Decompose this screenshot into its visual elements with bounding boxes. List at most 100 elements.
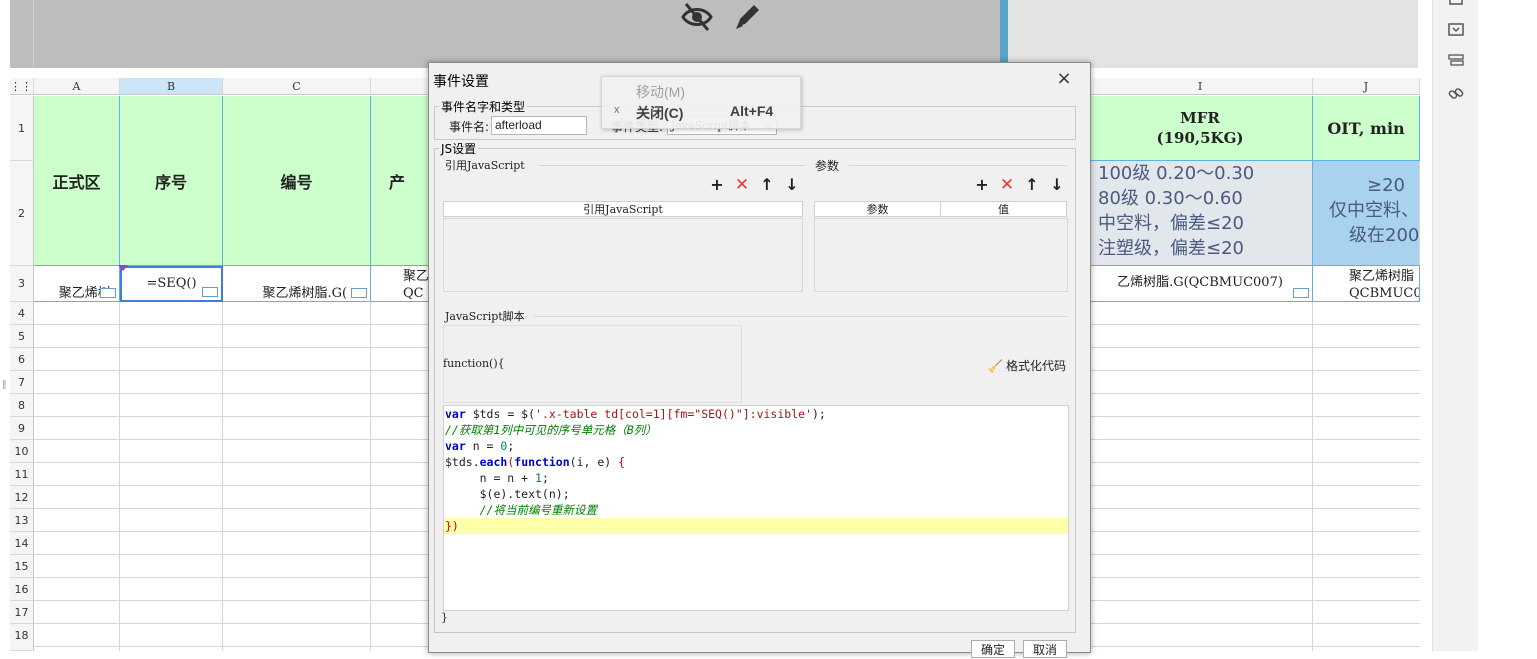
select-all-corner[interactable]: ⋮⋮⋮ bbox=[10, 78, 43, 95]
name-type-legend: 事件名字和类型 bbox=[439, 98, 528, 115]
eye-slash-icon[interactable] bbox=[680, 0, 714, 42]
row-header-5[interactable]: 5 bbox=[10, 325, 34, 348]
cell-j2-line: ≥20 bbox=[1367, 175, 1405, 196]
delete-ref-button[interactable]: ✕ bbox=[734, 177, 750, 194]
divider bbox=[534, 316, 1067, 317]
js-settings-legend: JS设置 bbox=[439, 140, 479, 157]
column-header-d[interactable] bbox=[371, 78, 431, 95]
row-header-15[interactable]: 15 bbox=[10, 555, 34, 578]
row-header-11[interactable]: 11 bbox=[10, 463, 34, 486]
code-line: n = n + 1; bbox=[445, 471, 549, 485]
row-header-10[interactable]: 10 bbox=[10, 440, 34, 463]
cell-dropdown-marker[interactable] bbox=[351, 288, 367, 298]
row-header-6[interactable]: 6 bbox=[10, 348, 34, 371]
move-down-param-button[interactable]: ↓ bbox=[1049, 177, 1065, 193]
function-closing-brace: } bbox=[441, 611, 448, 624]
row-header-2[interactable]: 2 bbox=[10, 161, 34, 266]
link-icon[interactable] bbox=[1447, 86, 1465, 102]
cell-dropdown-marker[interactable] bbox=[1293, 288, 1309, 298]
cell-c3-text: 聚乙烯树脂.G( QCBMUC001) bbox=[262, 286, 348, 301]
menu-item-close-shortcut: Alt+F4 bbox=[730, 103, 774, 119]
code-editor[interactable]: var $tds = $('.x-table td[col=1][fm="SEQ… bbox=[443, 405, 1069, 611]
cell-dropdown-marker[interactable] bbox=[100, 288, 116, 298]
ref-js-list[interactable] bbox=[443, 218, 803, 292]
cell-i2-line: 80级 0.30～0.60 bbox=[1098, 188, 1243, 209]
js-script-label: JavaScript脚本 bbox=[445, 310, 525, 323]
row-header-18[interactable]: 18 bbox=[10, 624, 34, 651]
cell-j1-header[interactable]: OIT, min bbox=[1313, 96, 1420, 161]
dialog-title: 事件设置 bbox=[433, 74, 489, 90]
close-icon[interactable]: × bbox=[1053, 69, 1075, 89]
column-header-a[interactable]: A bbox=[34, 78, 120, 95]
row-header-16[interactable]: 16 bbox=[10, 578, 34, 601]
column-header-c[interactable]: C bbox=[223, 78, 371, 95]
cell-i2[interactable]: 100级 0.20～0.30 80级 0.30～0.60 中空料，偏差≤20 注… bbox=[1088, 161, 1313, 266]
cell-d3[interactable]: 聚乙 QC bbox=[371, 266, 431, 302]
list-icon[interactable] bbox=[1447, 54, 1465, 70]
row-header-1[interactable]: 1 bbox=[10, 96, 34, 161]
resize-handle[interactable]: ‖ bbox=[2, 380, 7, 390]
row-header-8[interactable]: 8 bbox=[10, 394, 34, 417]
delete-param-button[interactable]: ✕ bbox=[999, 177, 1015, 194]
cell-d1-header[interactable]: 产 bbox=[371, 96, 431, 266]
preview-panel bbox=[10, 0, 1008, 68]
pencil-icon[interactable] bbox=[732, 0, 764, 40]
event-name-input[interactable]: afterload bbox=[491, 116, 587, 135]
column-header-j[interactable]: J bbox=[1313, 78, 1420, 95]
comment-marker bbox=[118, 265, 128, 271]
row-header-13[interactable]: 13 bbox=[10, 509, 34, 532]
event-name-label: 事件名: bbox=[449, 120, 490, 134]
add-ref-button[interactable]: + bbox=[709, 177, 725, 193]
cell-c1-header[interactable]: 编号 bbox=[223, 96, 371, 266]
column-header-b[interactable]: B bbox=[120, 78, 223, 95]
params-list[interactable] bbox=[814, 218, 1068, 292]
system-context-menu: 移动(M) x 关闭(C) Alt+F4 bbox=[601, 76, 801, 129]
format-code-label: 格式化代码 bbox=[1005, 359, 1066, 373]
row-header-14[interactable]: 14 bbox=[10, 532, 34, 555]
code-line: var $tds = $('.x-table td[col=1][fm="SEQ… bbox=[445, 407, 826, 421]
ref-js-column-header[interactable]: 引用JavaScript bbox=[443, 201, 803, 217]
row-header-9[interactable]: 9 bbox=[10, 417, 34, 440]
menu-item-close[interactable]: 关闭(C) bbox=[636, 103, 683, 123]
cell-b3-selected[interactable]: =SEQ() bbox=[120, 266, 223, 302]
row-header-4[interactable]: 4 bbox=[10, 302, 34, 325]
move-up-param-button[interactable]: ↑ bbox=[1024, 177, 1040, 193]
value-column-header[interactable]: 值 bbox=[940, 201, 1067, 217]
code-line: //将当前编号重新设置 bbox=[445, 503, 597, 517]
param-column-header[interactable]: 参数 bbox=[814, 201, 941, 217]
cell-i1-header[interactable]: MFR (190,5KG) bbox=[1088, 96, 1313, 161]
cancel-button[interactable]: 取消 bbox=[1023, 640, 1067, 658]
row-header-17[interactable]: 17 bbox=[10, 601, 34, 624]
frame-icon[interactable] bbox=[1447, 0, 1465, 8]
cell-i3[interactable]: 乙烯树脂.G(QCBMUC007) bbox=[1088, 266, 1313, 302]
code-line: var n = 0; bbox=[445, 439, 515, 453]
code-line: $tds.each(function(i, e) { bbox=[445, 455, 626, 469]
menu-item-move[interactable]: 移动(M) bbox=[636, 82, 685, 102]
cell-j3[interactable]: 聚乙烯树脂 QCBMUC0 bbox=[1313, 266, 1420, 302]
event-settings-dialog: 事件设置 × 事件名字和类型 事件名: afterload 事件类型: Java… bbox=[428, 62, 1091, 658]
cell-a1-header[interactable]: 正式区 bbox=[34, 96, 120, 266]
ok-button[interactable]: 确定 bbox=[971, 640, 1015, 658]
cell-i3-text: 乙烯树脂.G(QCBMUC007) bbox=[1117, 275, 1283, 290]
cell-dropdown-marker[interactable] bbox=[202, 287, 218, 297]
cell-a3[interactable]: 聚乙烯树 脂.G( bbox=[34, 266, 120, 302]
row-header-3[interactable]: 3 bbox=[10, 266, 34, 302]
add-param-button[interactable]: + bbox=[974, 177, 990, 193]
divider bbox=[849, 165, 1067, 166]
column-header-i[interactable]: I bbox=[1088, 78, 1313, 95]
row-header-7[interactable]: 7 bbox=[10, 371, 34, 394]
cell-c3[interactable]: 聚乙烯树脂.G( QCBMUC001) bbox=[223, 266, 371, 302]
format-code-button[interactable]: 🧹 格式化代码 bbox=[988, 357, 1066, 374]
params-label: 参数 bbox=[815, 159, 840, 173]
cell-b1-header[interactable]: 序号 bbox=[120, 96, 223, 266]
move-down-ref-button[interactable]: ↓ bbox=[784, 177, 800, 193]
cell-i2-line: 中空料，偏差≤20 bbox=[1098, 213, 1244, 234]
cell-j2[interactable]: ≥20 仅中空料、 级在200 bbox=[1313, 161, 1420, 266]
broom-icon: 🧹 bbox=[988, 358, 1003, 373]
row-header-12[interactable]: 12 bbox=[10, 486, 34, 509]
cell-j2-line: 仅中空料、 bbox=[1329, 200, 1419, 221]
dropdown-box-icon[interactable] bbox=[1447, 23, 1465, 39]
move-up-ref-button[interactable]: ↑ bbox=[759, 177, 775, 193]
code-line: $(e).text(n); bbox=[445, 487, 570, 501]
code-line: }) bbox=[444, 518, 1068, 534]
